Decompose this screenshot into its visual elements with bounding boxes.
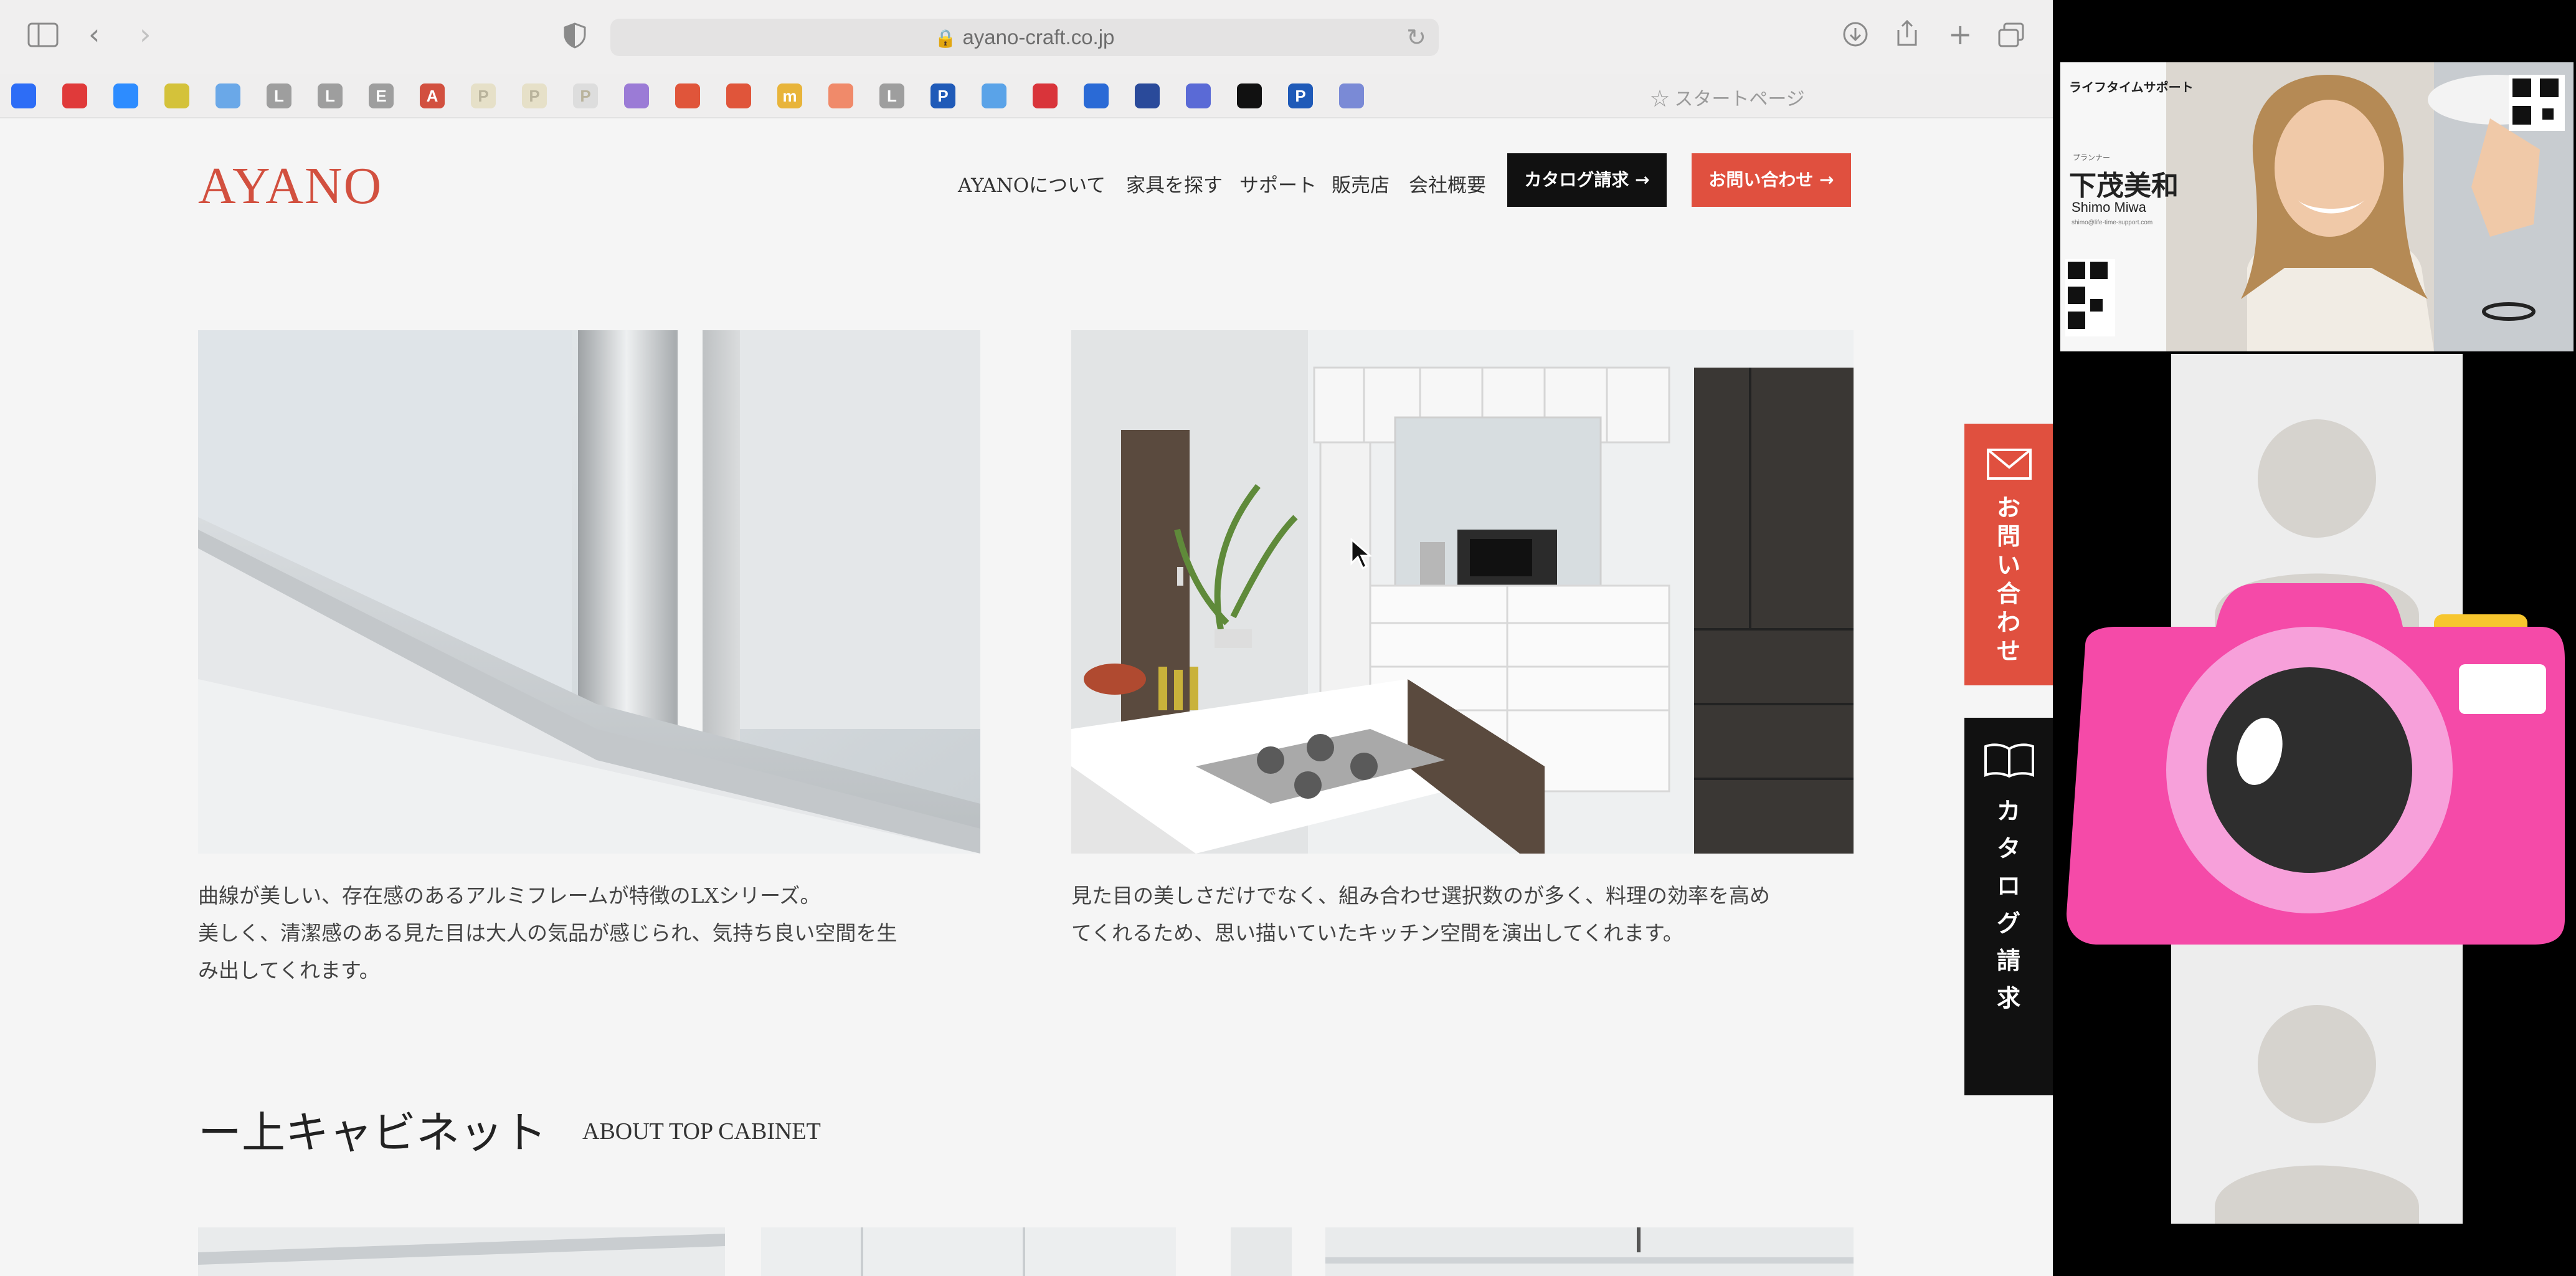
cabinet-thumbnail-1: [198, 1227, 725, 1276]
nav-support[interactable]: サポート: [1239, 169, 1317, 198]
side-catalog-tab[interactable]: カ タ ロ グ 請 求: [1964, 718, 2053, 1095]
caption-left-line-3: み出してくれます。: [198, 958, 380, 983]
caption-right: 見た目の美しさだけでなく、組み合わせ選択数のが多く、料理の効率を高め てくれるた…: [1071, 877, 1856, 952]
caption-right-line-2: てくれるため、思い描いていたキッチン空間を演出してくれます。: [1071, 921, 1683, 945]
book-icon: [1984, 743, 2034, 780]
nav-company[interactable]: 会社概要: [1409, 169, 1486, 198]
tab-overview-icon[interactable]: [1998, 22, 2024, 52]
favorite-bookmark-icon[interactable]: [1033, 83, 1058, 108]
side-contact-char: 問: [1996, 523, 2020, 550]
web-page: AYANO AYANOについて 家具を探す サポート 販売店 会社概要 カタログ…: [0, 118, 2053, 1276]
caption-right-line-1: 見た目の美しさだけでなく、組み合わせ選択数のが多く、料理の効率を高め: [1071, 883, 1770, 908]
url-text: ayano-craft.co.jp: [962, 26, 1115, 49]
video-call-panel: ライフタイムサポート プランナー 下茂美和 Shimo Miwa shimo@l…: [2053, 0, 2576, 1276]
favorite-bookmark-icon[interactable]: [828, 83, 853, 108]
site-logo[interactable]: AYANO: [198, 156, 382, 216]
favorite-bookmark-icon[interactable]: [675, 83, 700, 108]
favorite-bookmark-icon[interactable]: P: [522, 83, 547, 108]
lock-icon: 🔒: [934, 29, 957, 48]
side-contact-char: 合: [1996, 580, 2020, 607]
favorite-bookmark-icon[interactable]: E: [369, 83, 394, 108]
person-placeholder-icon: [2171, 933, 2463, 1224]
product-image-aluminum-frame: [198, 330, 980, 854]
back-icon[interactable]: ‹: [88, 20, 100, 49]
side-contact-char: わ: [1996, 609, 2020, 636]
caption-left-line-1: 曲線が美しい、存在感のあるアルミフレームが特徴のLXシリーズ。: [198, 883, 821, 908]
browser-titlebar: ‹ › 🔒 ayano-craft.co.jp ↻ +: [0, 0, 2053, 74]
favorite-bookmark-icon[interactable]: L: [879, 83, 904, 108]
camera-sticker-icon: [2060, 571, 2571, 951]
start-page-label: スタートページ: [1674, 89, 1805, 110]
section-subtitle: ABOUT TOP CABINET: [582, 1118, 821, 1145]
caption-left: 曲線が美しい、存在感のあるアルミフレームが特徴のLXシリーズ。 美しく、清潔感の…: [198, 877, 983, 989]
favorite-bookmark-icon[interactable]: [1084, 83, 1109, 108]
favorite-bookmark-icon[interactable]: [62, 83, 87, 108]
mail-icon: [1987, 449, 2032, 482]
presenter-role-label: プランナー: [2073, 153, 2111, 162]
participant-tile-placeholder[interactable]: [2171, 933, 2463, 1224]
nav-about[interactable]: AYANOについて: [958, 169, 1106, 198]
side-contact-char: い: [1996, 551, 2020, 579]
favorite-bookmark-icon[interactable]: L: [267, 83, 291, 108]
side-catalog-char: タ: [1996, 835, 2020, 862]
presenter-name-en: Shimo Miwa: [2072, 199, 2146, 215]
address-bar[interactable]: 🔒 ayano-craft.co.jp ↻: [610, 19, 1439, 56]
presenter-email: shimo@life-time-support.com: [2072, 219, 2153, 226]
product-image-kitchen: [1071, 330, 1854, 854]
forward-icon[interactable]: ›: [140, 20, 151, 49]
nav-stores[interactable]: 販売店: [1332, 169, 1390, 198]
nav-find-furniture[interactable]: 家具を探す: [1126, 169, 1223, 198]
favorite-bookmark-icon[interactable]: P: [1288, 83, 1313, 108]
favorites-bar: L L E A P P Pm L P P ☆ スタートページ: [0, 74, 2053, 118]
favorite-bookmark-icon[interactable]: [1135, 83, 1160, 108]
favorite-bookmark-icon[interactable]: m: [777, 83, 802, 108]
presenter-company-label: ライフタイムサポート: [2069, 81, 2194, 95]
favorite-bookmark-icon[interactable]: [982, 83, 1006, 108]
browser-window: ‹ › 🔒 ayano-craft.co.jp ↻ + L L E A P P Pm L P P ☆…: [0, 0, 2053, 1276]
favorite-bookmark-icon[interactable]: [1339, 83, 1364, 108]
participant-tile-presenter[interactable]: ライフタイムサポート プランナー 下茂美和 Shimo Miwa shimo@l…: [2060, 62, 2574, 351]
cabinet-thumbnail-3: [1231, 1227, 1292, 1276]
side-contact-label: お 問 い 合 わ せ: [1964, 493, 2053, 665]
start-page-link[interactable]: ☆ スタートページ: [1650, 83, 1805, 111]
reload-icon[interactable]: ↻: [1406, 24, 1426, 51]
favorite-bookmark-icon[interactable]: [624, 83, 649, 108]
favorite-bookmark-icon[interactable]: [164, 83, 189, 108]
favorite-bookmark-icon[interactable]: P: [573, 83, 598, 108]
side-contact-char: せ: [1996, 637, 2020, 665]
side-catalog-char: ロ: [1996, 872, 2020, 900]
cabinet-thumbnail-2: [761, 1227, 1176, 1276]
favorite-bookmark-icon[interactable]: A: [420, 83, 445, 108]
new-tab-icon[interactable]: +: [1948, 20, 1972, 49]
side-catalog-char: カ: [1996, 798, 2020, 825]
favorite-bookmark-icon[interactable]: [1186, 83, 1211, 108]
favorite-bookmark-icon[interactable]: P: [471, 83, 496, 108]
side-contact-char: お: [1996, 494, 2020, 521]
share-icon[interactable]: [1896, 19, 1918, 52]
url-display[interactable]: 🔒 ayano-craft.co.jp: [610, 19, 1439, 56]
mouse-cursor-icon: [1350, 537, 1373, 572]
favorite-bookmark-icon[interactable]: [11, 83, 36, 108]
section-title: ー上キャビネット: [198, 1107, 547, 1158]
favorite-bookmark-icon[interactable]: [1237, 83, 1262, 108]
contact-button[interactable]: お問い合わせ →: [1692, 153, 1851, 207]
side-catalog-label: カ タ ロ グ 請 求: [1964, 793, 2053, 1017]
catalog-request-button[interactable]: カタログ請求 →: [1507, 153, 1667, 207]
favorite-bookmark-icon[interactable]: L: [318, 83, 343, 108]
cabinet-thumbnail-4: [1325, 1227, 1854, 1276]
side-catalog-char: グ: [1996, 910, 2020, 937]
side-catalog-char: 求: [1996, 984, 2020, 1012]
side-contact-tab[interactable]: お 問 い 合 わ せ: [1964, 424, 2053, 685]
download-icon[interactable]: [1842, 21, 1868, 52]
presenter-name-jp: 下茂美和: [2069, 171, 2179, 201]
privacy-shield-icon[interactable]: [564, 22, 586, 53]
sidebar-toggle-icon[interactable]: [27, 22, 59, 52]
side-catalog-char: 請: [1996, 947, 2020, 974]
favorite-bookmark-icon[interactable]: P: [930, 83, 955, 108]
favorite-bookmark-icon[interactable]: [113, 83, 138, 108]
favorite-bookmark-icon[interactable]: [726, 83, 751, 108]
favorite-bookmark-icon[interactable]: [215, 83, 240, 108]
caption-left-line-2: 美しく、清潔感のある見た目は大人の気品が感じられ、気持ち良い空間を生: [198, 921, 897, 945]
